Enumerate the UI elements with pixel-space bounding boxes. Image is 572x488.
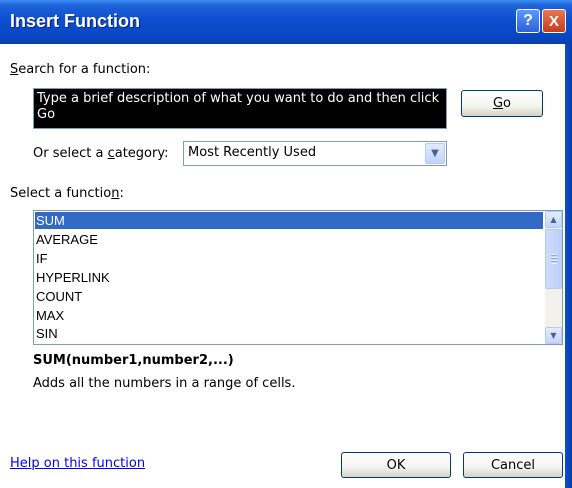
window-title: Insert Function (10, 11, 140, 31)
function-description: Adds all the numbers in a range of cells… (33, 376, 296, 391)
close-icon: X (548, 12, 559, 30)
function-listbox[interactable]: SUM AVERAGE IF HYPERLINK COUNT MAX SIN ▲… (33, 210, 563, 345)
list-item-count[interactable]: COUNT (35, 288, 543, 305)
search-input[interactable]: Type a brief description of what you wan… (33, 88, 447, 129)
scroll-up-button[interactable]: ▲ (545, 211, 562, 228)
grip-icon (551, 254, 557, 264)
chevron-up-icon: ▲ (550, 215, 557, 224)
category-selected-value: Most Recently Used (188, 145, 317, 160)
list-item-average[interactable]: AVERAGE (35, 231, 543, 248)
chevron-down-icon: ▼ (550, 331, 557, 340)
list-item-max[interactable]: MAX (35, 307, 543, 324)
window-frame-right (565, 44, 572, 488)
help-button[interactable]: ? (516, 9, 540, 33)
category-label: Or select a category: (33, 146, 169, 161)
list-item-sin[interactable]: SIN (35, 325, 543, 342)
go-button[interactable]: Go (461, 90, 543, 117)
search-label: Search for a function: (10, 62, 151, 77)
scroll-thumb[interactable] (545, 229, 562, 289)
vertical-scrollbar[interactable]: ▲ ▼ (545, 211, 562, 344)
chevron-down-icon[interactable]: ▼ (425, 143, 445, 164)
ok-button[interactable]: OK (341, 452, 451, 478)
list-item-sum[interactable]: SUM (35, 212, 543, 229)
scroll-down-button[interactable]: ▼ (545, 327, 562, 344)
function-signature: SUM(number1,number2,...) (33, 353, 234, 368)
question-icon: ? (523, 12, 533, 29)
title-bar: Insert Function ? X (0, 0, 572, 44)
close-button[interactable]: X (542, 9, 566, 33)
cancel-button[interactable]: Cancel (463, 452, 563, 478)
help-on-function-link[interactable]: Help on this function (10, 456, 145, 471)
category-select[interactable]: Most Recently Used ▼ (183, 141, 447, 166)
list-item-if[interactable]: IF (35, 250, 543, 267)
list-item-hyperlink[interactable]: HYPERLINK (35, 269, 543, 286)
function-list-label: Select a function: (10, 186, 124, 201)
